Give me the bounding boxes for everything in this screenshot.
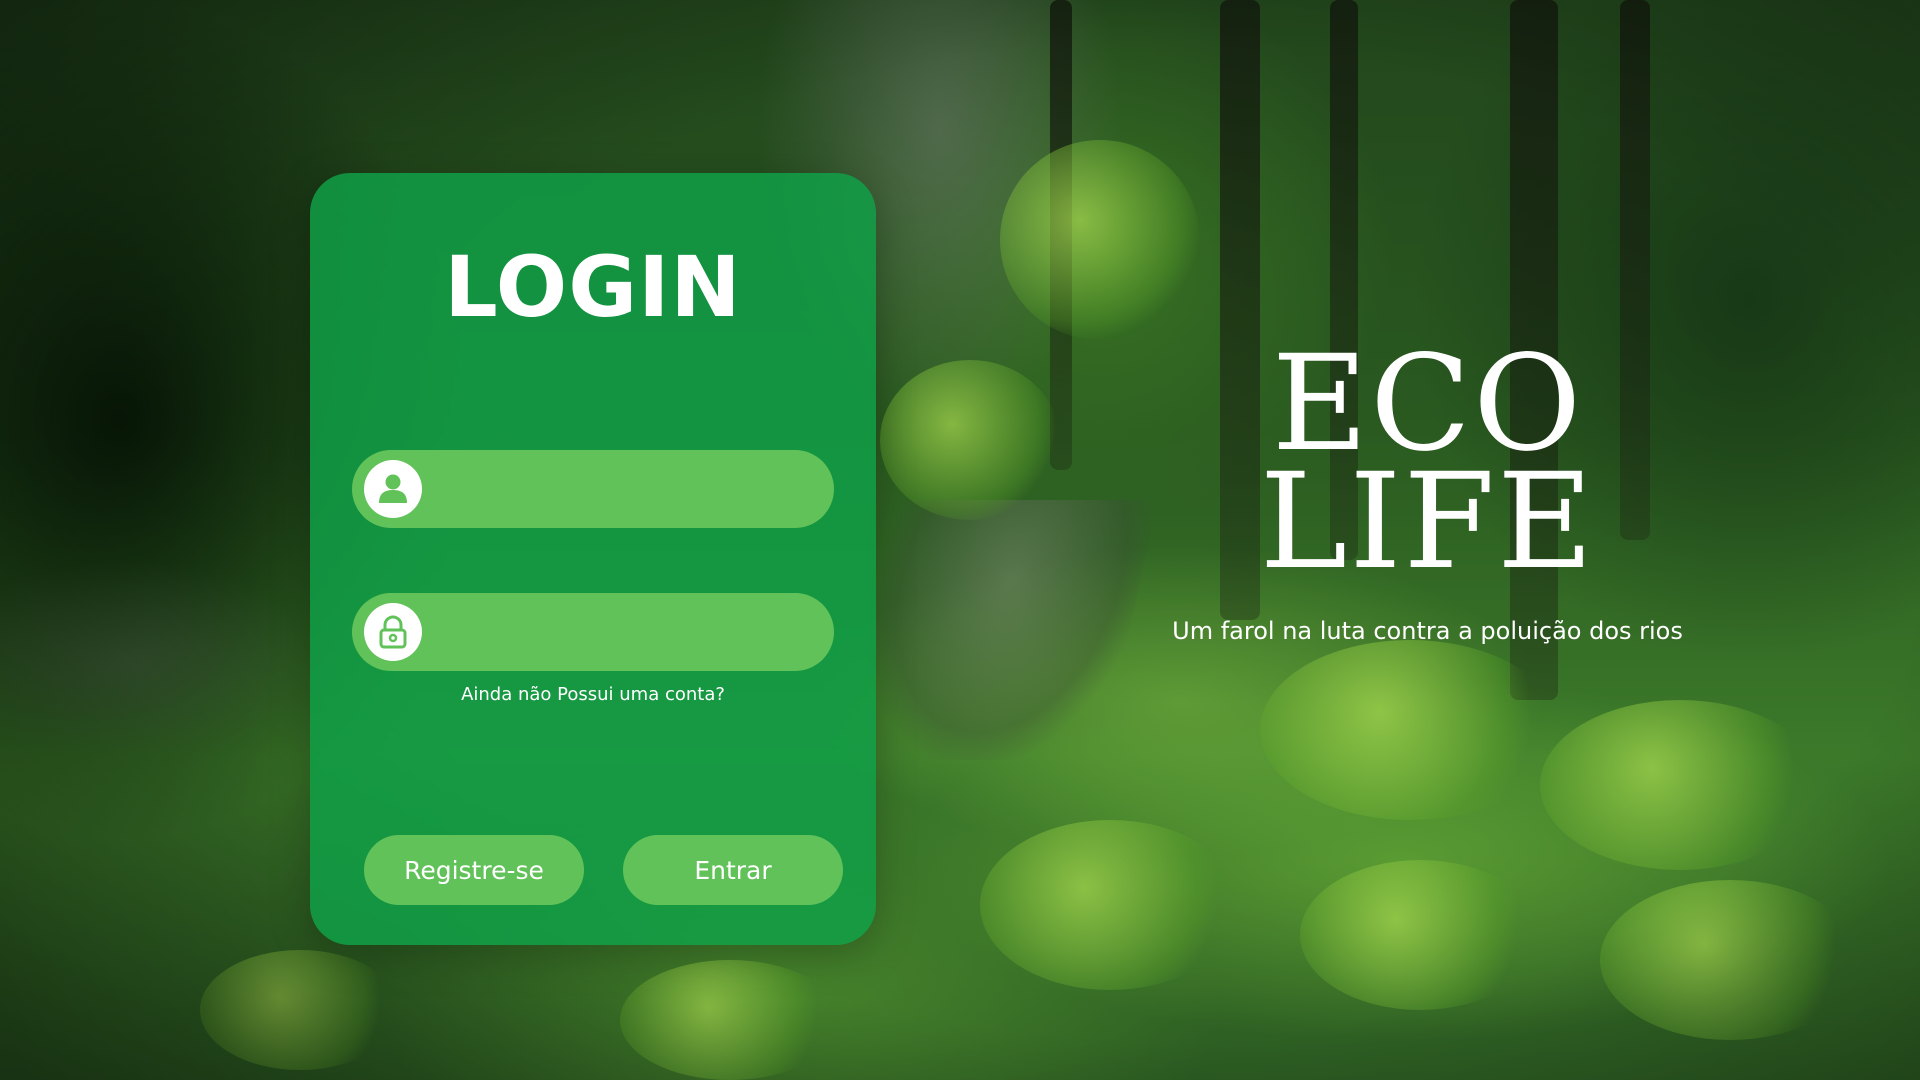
brand-tagline: Um farol na luta contra a poluição dos r…	[1172, 617, 1683, 645]
brand-block: ECO LIFE Um farol na luta contra a polui…	[1150, 338, 1705, 645]
login-card: LOGIN Ainda não Possui uma conta? Regist…	[310, 173, 876, 945]
register-button[interactable]: Registre-se	[364, 835, 584, 905]
brand-title-line2: LIFE	[1259, 445, 1596, 599]
password-field[interactable]	[352, 593, 834, 673]
username-field[interactable]	[352, 450, 834, 530]
lock-icon	[364, 603, 422, 661]
password-input[interactable]	[436, 593, 804, 673]
enter-button[interactable]: Entrar	[623, 835, 843, 905]
signup-link[interactable]: Ainda não Possui uma conta?	[310, 684, 876, 705]
username-input[interactable]	[436, 450, 804, 530]
user-icon	[364, 460, 422, 518]
login-title: LOGIN	[444, 238, 742, 336]
